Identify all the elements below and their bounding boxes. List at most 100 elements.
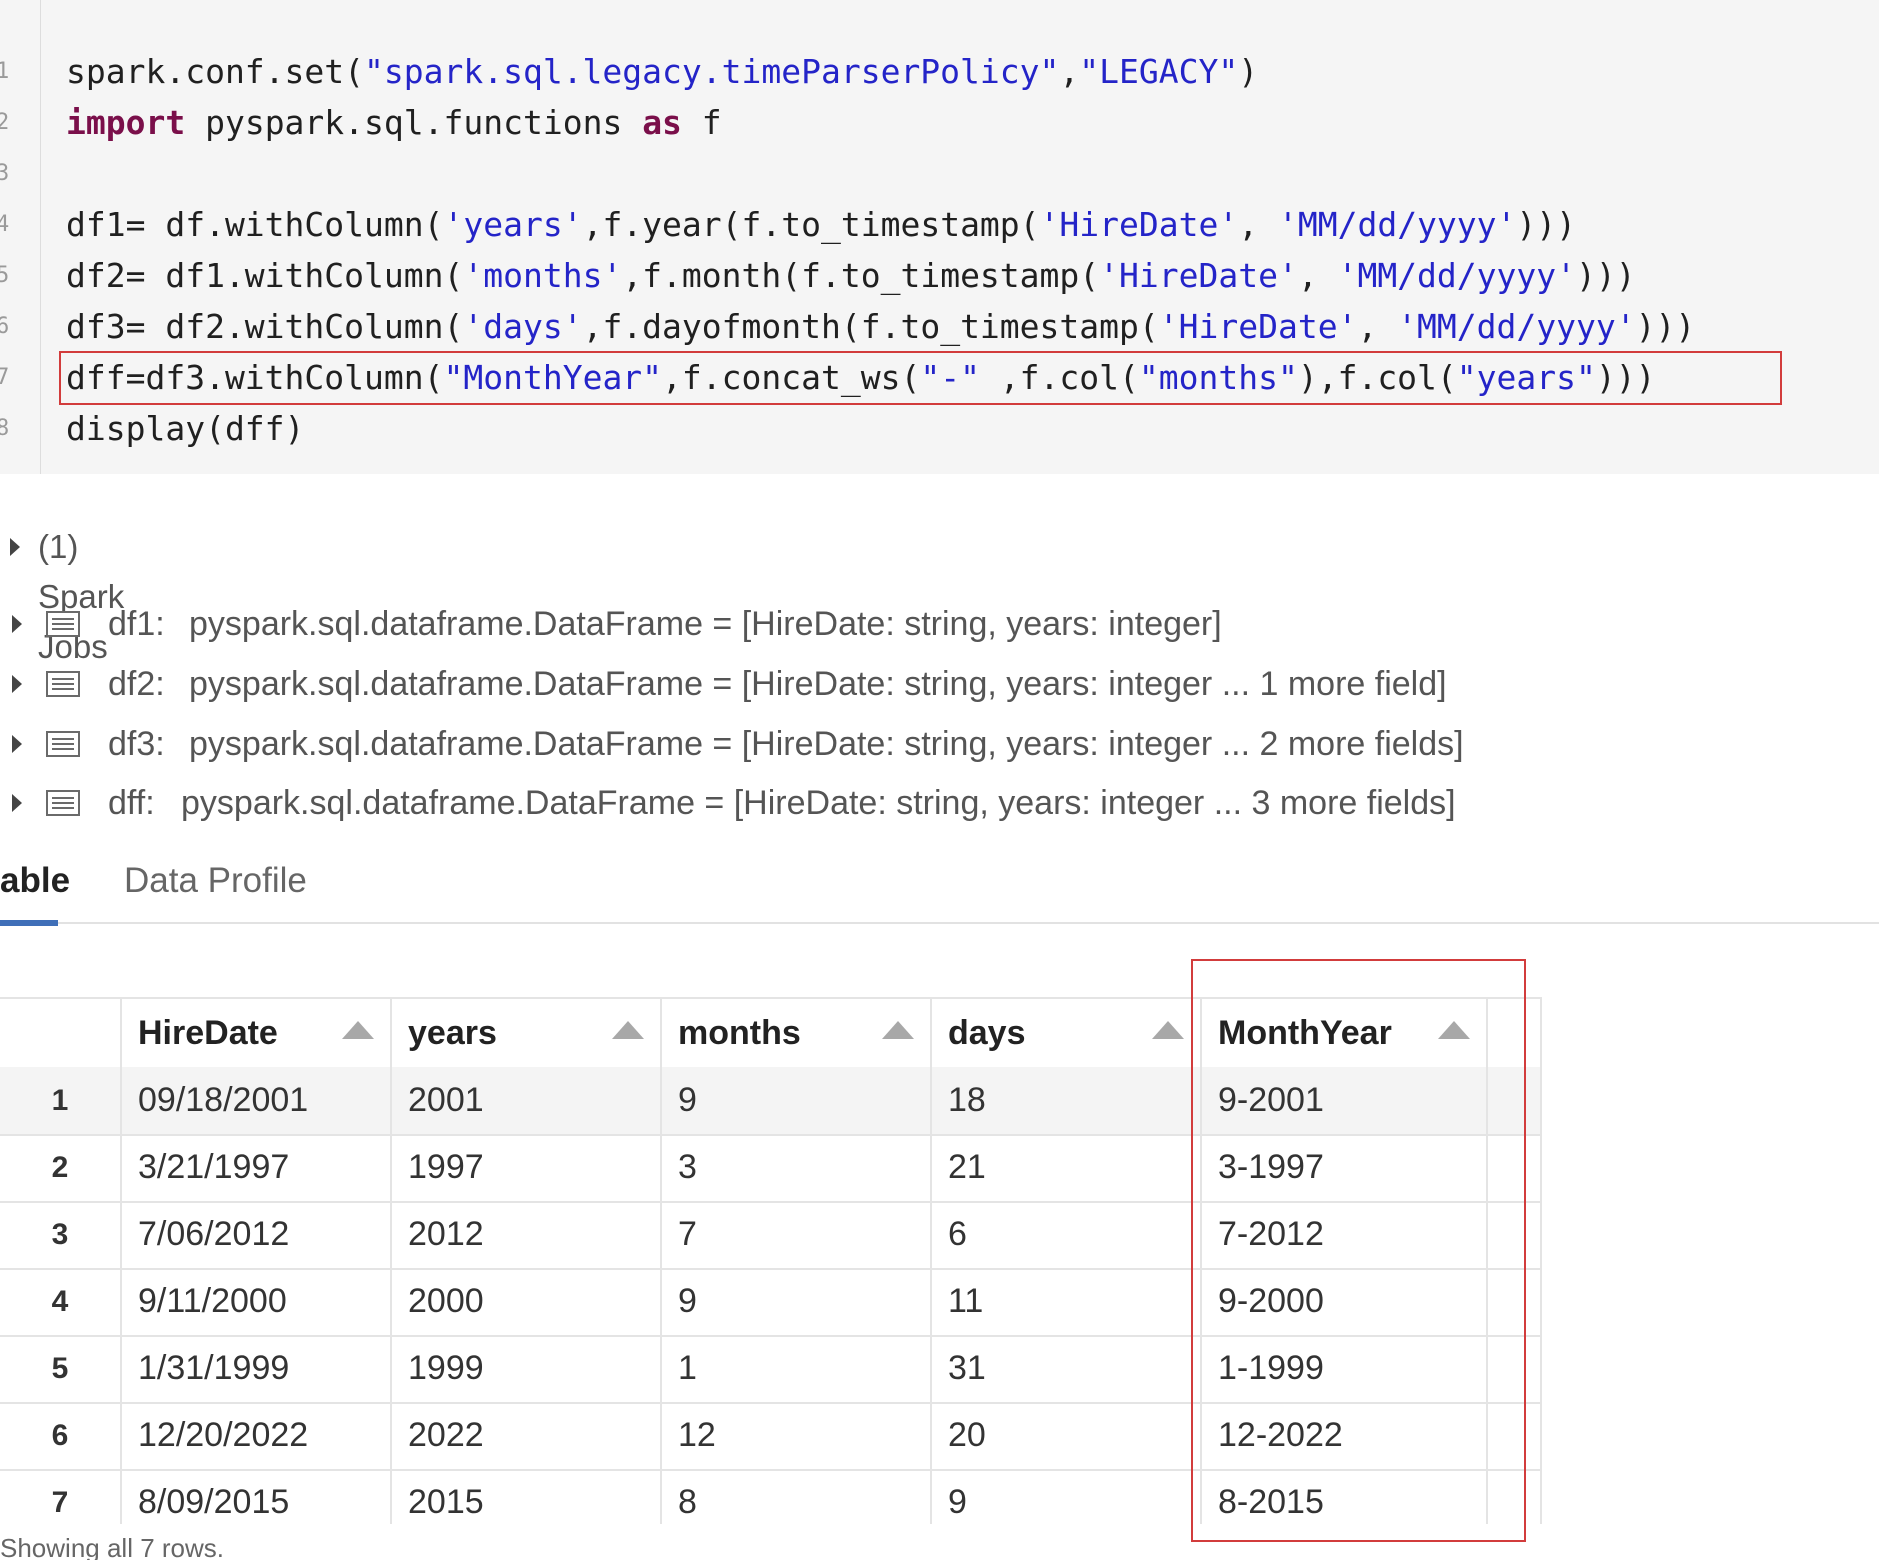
table-cell[interactable]: 7-2012	[1202, 1201, 1488, 1268]
table-row[interactable]: 4 9/11/2000 2000 9 11 9-2000	[0, 1268, 1540, 1337]
sort-ascending-icon[interactable]	[342, 1021, 374, 1039]
table-cell[interactable]: 9	[932, 1469, 1202, 1524]
table-cell[interactable]: 6	[932, 1201, 1202, 1268]
code-text-token: ,f.concat_ws(	[662, 358, 921, 397]
line-number: 3	[0, 161, 10, 186]
table-cell[interactable]: 21	[932, 1134, 1202, 1201]
code-line[interactable]: df1= df.withColumn('years',f.year(f.to_t…	[66, 199, 1576, 250]
spark-jobs-label: (1) Spark Jobs	[38, 528, 125, 665]
row-number: 4	[0, 1268, 122, 1335]
code-text-token: df1= df.withColumn(	[66, 205, 444, 244]
code-string-token: 'years'	[443, 205, 583, 244]
code-text-token: ,f.col(	[979, 358, 1139, 397]
result-table: HireDate years months days MonthYear 1 0…	[0, 997, 1542, 1524]
table-cell[interactable]: 2012	[392, 1201, 662, 1268]
table-cell[interactable]: 12-2022	[1202, 1402, 1488, 1469]
table-cell[interactable]: 9-2000	[1202, 1268, 1488, 1335]
code-keyword-token: as	[642, 103, 682, 142]
dataframe-name: df2:	[108, 665, 165, 703]
table-cell[interactable]: 3-1997	[1202, 1134, 1488, 1201]
table-cell[interactable]: 2022	[392, 1402, 662, 1469]
dataframe-name: dff:	[108, 784, 155, 822]
table-cell[interactable]: 1-1999	[1202, 1335, 1488, 1402]
code-keyword-token: import	[66, 103, 186, 142]
table-cell[interactable]: 09/18/2001	[122, 1067, 392, 1134]
expand-caret-icon[interactable]	[10, 538, 20, 556]
code-string-token: 'days'	[463, 307, 583, 346]
expand-caret-icon[interactable]	[12, 735, 22, 753]
table-row[interactable]: 2 3/21/1997 1997 3 21 3-1997	[0, 1134, 1540, 1203]
code-string-token: 'MM/dd/yyyy'	[1277, 205, 1517, 244]
dataframe-schema: pyspark.sql.dataframe.DataFrame = [HireD…	[181, 784, 1456, 822]
table-cell[interactable]: 7	[662, 1201, 932, 1268]
code-line[interactable]: display(dff)	[66, 403, 304, 454]
column-header-label: HireDate	[138, 1014, 278, 1052]
sort-ascending-icon[interactable]	[1438, 1021, 1470, 1039]
table-row[interactable]: 3 7/06/2012 2012 7 6 7-2012	[0, 1201, 1540, 1270]
code-text-token: ,	[1357, 307, 1398, 346]
row-count-footer: Showing all 7 rows.	[0, 1536, 224, 1560]
table-cell[interactable]: 11	[932, 1268, 1202, 1335]
table-cell[interactable]: 1/31/1999	[122, 1335, 392, 1402]
table-cell[interactable]: 9/11/2000	[122, 1268, 392, 1335]
table-row[interactable]: 6 12/20/2022 2022 12 20 12-2022	[0, 1402, 1540, 1471]
table-cell[interactable]: 12/20/2022	[122, 1402, 392, 1469]
column-header-years[interactable]: years	[392, 999, 662, 1067]
line-number: 4	[0, 212, 10, 237]
code-cell[interactable]: 1 2 3 4 5 6 7 8 spark.conf.set("spark.sq…	[0, 0, 1879, 474]
table-cell[interactable]: 1	[662, 1335, 932, 1402]
table-cell[interactable]: 1999	[392, 1335, 662, 1402]
code-text-token: ,f.year(f.to_timestamp(	[582, 205, 1040, 244]
table-cell[interactable]: 20	[932, 1402, 1202, 1469]
code-text-token: )))	[1635, 307, 1696, 346]
column-header-label: MonthYear	[1218, 1014, 1392, 1052]
expand-caret-icon[interactable]	[12, 794, 22, 812]
table-cell[interactable]: 8/09/2015	[122, 1469, 392, 1524]
table-cell[interactable]: 2001	[392, 1067, 662, 1134]
code-string-token: 'HireDate'	[1099, 256, 1298, 295]
sort-ascending-icon[interactable]	[882, 1021, 914, 1039]
table-cell[interactable]: 2015	[392, 1469, 662, 1524]
table-cell[interactable]: 9-2001	[1202, 1067, 1488, 1134]
row-number: 1	[0, 1067, 122, 1134]
table-cell[interactable]: 1997	[392, 1134, 662, 1201]
table-row[interactable]: 5 1/31/1999 1999 1 31 1-1999	[0, 1335, 1540, 1404]
line-number: 1	[0, 59, 10, 84]
table-row[interactable]: 7 8/09/2015 2015 8 9 8-2015	[0, 1469, 1540, 1524]
expand-caret-icon[interactable]	[12, 675, 22, 693]
table-cell[interactable]: 31	[932, 1335, 1202, 1402]
code-text-token: ,	[1059, 52, 1080, 91]
table-row[interactable]: 1 09/18/2001 2001 9 18 9-2001	[0, 1067, 1540, 1136]
column-header-days[interactable]: days	[932, 999, 1202, 1067]
code-line[interactable]: df3= df2.withColumn('days',f.dayofmonth(…	[66, 301, 1695, 352]
table-cell[interactable]: 9	[662, 1268, 932, 1335]
code-line[interactable]: import pyspark.sql.functions as f	[66, 97, 722, 148]
sort-ascending-icon[interactable]	[612, 1021, 644, 1039]
code-line[interactable]: spark.conf.set("spark.sql.legacy.timePar…	[66, 46, 1258, 97]
column-header-monthyear[interactable]: MonthYear	[1202, 999, 1488, 1067]
column-header-months[interactable]: months	[662, 999, 932, 1067]
table-cell[interactable]: 2000	[392, 1268, 662, 1335]
table-cell[interactable]: 9	[662, 1067, 932, 1134]
table-cell[interactable]: 8-2015	[1202, 1469, 1488, 1524]
table-cell[interactable]: 12	[662, 1402, 932, 1469]
tab-table[interactable]: able	[0, 850, 70, 926]
table-cell[interactable]: 18	[932, 1067, 1202, 1134]
code-string-token: 'MM/dd/yyyy'	[1337, 256, 1576, 295]
column-header-label: months	[678, 1014, 801, 1052]
sort-ascending-icon[interactable]	[1152, 1021, 1184, 1039]
code-text-token: ,f.month(f.to_timestamp(	[622, 256, 1100, 295]
code-text-token: ),f.col(	[1297, 358, 1457, 397]
code-line[interactable]: df2= df1.withColumn('months',f.month(f.t…	[66, 250, 1636, 301]
table-cell[interactable]: 7/06/2012	[122, 1201, 392, 1268]
code-line[interactable]: dff=df3.withColumn("MonthYear",f.concat_…	[66, 352, 1655, 403]
code-text-token: )))	[1516, 205, 1577, 244]
code-text-token: display(dff)	[66, 409, 305, 448]
tab-data-profile[interactable]: Data Profile	[124, 850, 307, 920]
row-number: 7	[0, 1469, 122, 1524]
table-cell[interactable]: 3	[662, 1134, 932, 1201]
table-cell[interactable]: 3/21/1997	[122, 1134, 392, 1201]
table-cell[interactable]: 8	[662, 1469, 932, 1524]
column-header-hiredate[interactable]: HireDate	[122, 999, 392, 1067]
expand-caret-icon[interactable]	[12, 615, 22, 633]
